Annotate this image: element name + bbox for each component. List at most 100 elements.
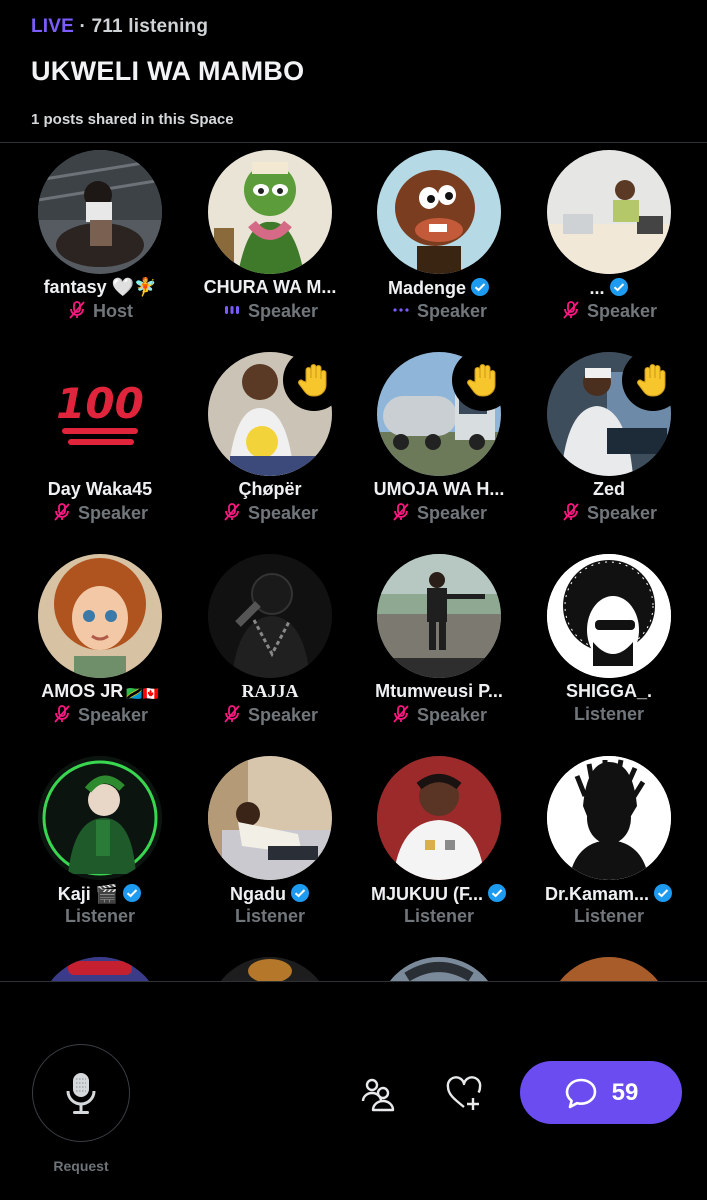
- verified-badge-icon: [654, 884, 673, 902]
- mic-muted-icon: [69, 301, 85, 319]
- microphone-icon: [66, 1073, 96, 1114]
- raised-hand-badge: [622, 349, 684, 411]
- participant-tile[interactable]: 100 Day Waka45 Speaker: [15, 345, 185, 545]
- role-text: Listener: [403, 906, 475, 926]
- name-text: MJUKUU (F...: [371, 884, 483, 904]
- role-text: Listener: [64, 906, 136, 926]
- verified-badge-icon: [291, 884, 309, 902]
- participant-role: Listener: [354, 906, 524, 927]
- posts-shared-link[interactable]: 1 posts shared in this Space: [31, 111, 234, 128]
- participant-name: Zed: [524, 479, 694, 500]
- participant-tile[interactable]: Kaji 🎬 Listener: [15, 749, 185, 949]
- participant-name: fantasy 🤍🧚: [15, 277, 185, 298]
- people-button[interactable]: [358, 1074, 398, 1114]
- participant-tile[interactable]: UMOJA WA H... Speaker: [354, 345, 524, 545]
- participant-role: Speaker: [524, 502, 694, 524]
- verified-badge-icon: [123, 884, 142, 902]
- participant-name: SHIGGA_.: [524, 681, 694, 702]
- participant-role: Host: [15, 300, 185, 322]
- name-text: Day Waka45: [47, 479, 153, 499]
- avatar: [377, 554, 501, 678]
- participant-tile[interactable]: RAJJA Speaker: [185, 547, 355, 747]
- role-text: Listener: [573, 906, 645, 926]
- participant-tile[interactable]: [185, 951, 355, 981]
- participant-tile[interactable]: SHIGGA_. Listener: [524, 547, 694, 747]
- name-text: AMOS JR: [41, 681, 124, 701]
- idle-indicator-icon: [393, 308, 409, 312]
- participant-tile[interactable]: Zed Speaker: [524, 345, 694, 545]
- participant-role: Speaker: [185, 502, 355, 524]
- participant-tile[interactable]: fantasy 🤍🧚 Host: [15, 143, 185, 343]
- participant-tile[interactable]: Ngadu Listener: [185, 749, 355, 949]
- participant-tile[interactable]: [524, 951, 694, 981]
- space-title: UKWELI WA MAMBO: [31, 56, 305, 86]
- participant-grid: fantasy 🤍🧚 Host CHURA WA M... Speaker Ma…: [0, 143, 707, 981]
- name-text: Çhøpër: [238, 479, 302, 499]
- name-text: ...: [589, 278, 605, 298]
- avatar: [547, 957, 671, 981]
- mic-muted-icon: [393, 705, 409, 723]
- svg-text:100: 100: [56, 379, 144, 428]
- participant-name: ...: [524, 277, 694, 299]
- participant-tile[interactable]: MJUKUU (F... Listener: [354, 749, 524, 949]
- participant-role: Listener: [185, 906, 355, 927]
- avatar: [208, 150, 332, 274]
- participant-name: RAJJA: [185, 681, 355, 702]
- participant-tile[interactable]: [354, 951, 524, 981]
- raised-hand-badge: [452, 349, 514, 411]
- verified-badge-icon: [471, 278, 489, 296]
- comments-button[interactable]: 59: [520, 1061, 682, 1124]
- participant-role: Listener: [524, 704, 694, 725]
- speaking-indicator-icon: [224, 306, 239, 314]
- participant-name: Dr.Kamam...: [524, 883, 694, 905]
- name-text: RAJJA: [241, 681, 299, 701]
- name-text: SHIGGA_.: [565, 681, 653, 701]
- role-text: Listener: [234, 906, 306, 926]
- participant-tile[interactable]: ... Speaker: [524, 143, 694, 343]
- participant-tile[interactable]: Çhøpër Speaker: [185, 345, 355, 545]
- mic-muted-icon: [224, 503, 240, 521]
- comment-count: 59: [611, 1078, 639, 1106]
- role-text: Speaker: [247, 301, 319, 321]
- name-text: Kaji 🎬: [57, 884, 119, 904]
- participant-tile[interactable]: Dr.Kamam... Listener: [524, 749, 694, 949]
- listening-count: · 711 listening: [79, 16, 209, 37]
- participant-tile[interactable]: Mtumweusi P... Speaker: [354, 547, 524, 747]
- avatar: [377, 150, 501, 274]
- avatar: [208, 957, 332, 981]
- participant-name: UMOJA WA H...: [354, 479, 524, 500]
- participant-role: Speaker: [15, 502, 185, 524]
- participant-role: Speaker: [185, 300, 355, 322]
- mic-muted-icon: [563, 503, 579, 521]
- mic-muted-icon: [54, 705, 70, 723]
- raised-hand-icon: [637, 364, 666, 397]
- mic-muted-icon: [224, 705, 240, 723]
- request-mic-button[interactable]: [32, 1044, 130, 1142]
- heart-plus-icon: [446, 1076, 482, 1110]
- live-badge: LIVE: [31, 16, 75, 37]
- avatar: 100: [38, 352, 162, 476]
- participant-role: Speaker: [354, 704, 524, 726]
- avatar: [208, 756, 332, 880]
- role-text: Speaker: [247, 705, 319, 725]
- name-text: Mtumweusi P...: [375, 681, 503, 701]
- raised-hand-icon: [298, 364, 327, 397]
- name-text: UMOJA WA H...: [373, 479, 505, 499]
- avatar: [38, 756, 162, 880]
- participant-tile[interactable]: Madenge Speaker: [354, 143, 524, 343]
- react-button[interactable]: [444, 1074, 484, 1114]
- participant-tile[interactable]: [15, 951, 185, 981]
- name-text: CHURA WA M...: [203, 277, 337, 297]
- live-status: LIVE · 711 listening: [31, 16, 208, 38]
- avatar: [38, 554, 162, 678]
- participant-name: MJUKUU (F...: [354, 883, 524, 905]
- participant-tile[interactable]: AMOS JR 🇹🇿🇨🇦 Speaker: [15, 547, 185, 747]
- name-text: Madenge: [387, 278, 466, 298]
- participant-role: Listener: [524, 906, 694, 927]
- name-text: Zed: [592, 479, 625, 499]
- mic-muted-icon: [563, 301, 579, 319]
- avatar: [547, 756, 671, 880]
- participant-tile[interactable]: CHURA WA M... Speaker: [185, 143, 355, 343]
- mic-muted-icon: [54, 503, 70, 521]
- participant-name: AMOS JR 🇹🇿🇨🇦: [15, 681, 185, 702]
